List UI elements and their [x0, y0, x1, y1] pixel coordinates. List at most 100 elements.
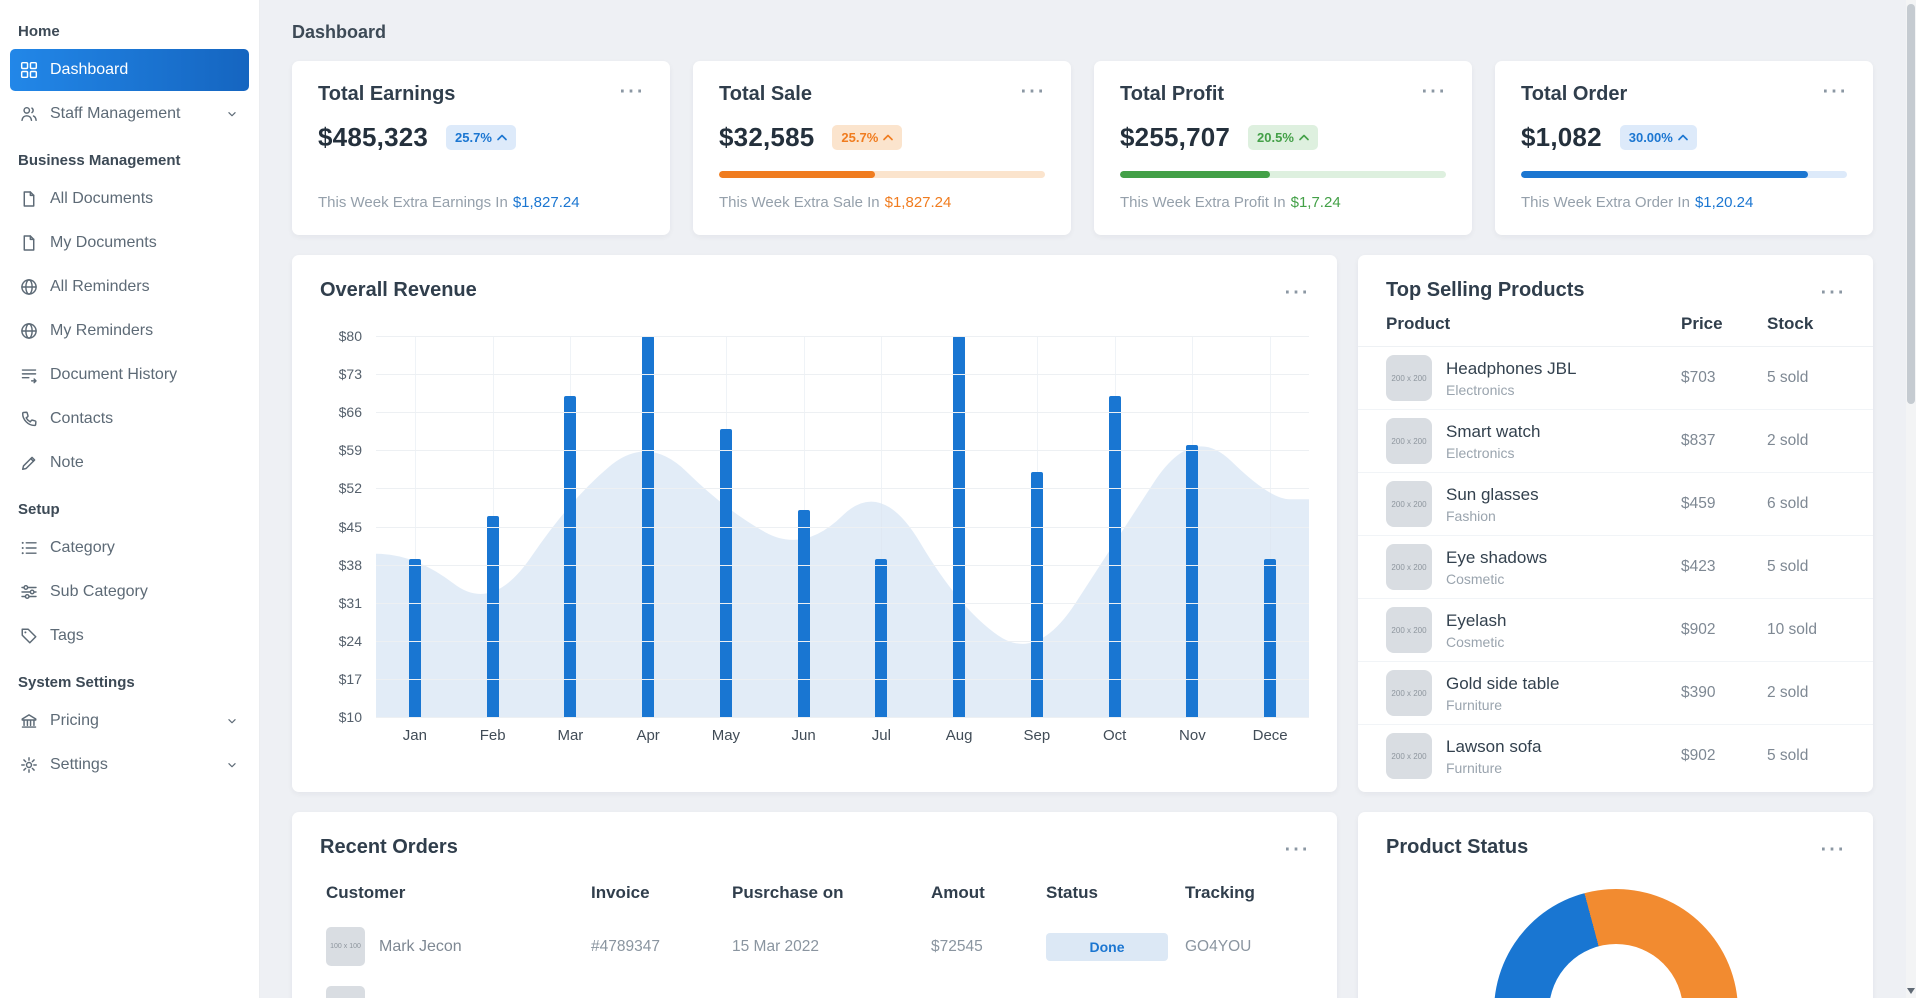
- dashboard-icon: [20, 61, 38, 79]
- phone-icon: [20, 410, 38, 428]
- top-selling-title: Top Selling Products: [1386, 279, 1585, 301]
- table-row[interactable]: 200 x 200 Gold side table Furniture $390…: [1358, 662, 1873, 725]
- sidebar-item-all-reminders[interactable]: All Reminders: [10, 266, 249, 308]
- sidebar-item-label: Category: [50, 539, 115, 556]
- product-category: Fashion: [1446, 507, 1496, 524]
- sidebar-item-dashboard[interactable]: Dashboard: [10, 49, 249, 91]
- chevron-down-icon: [225, 107, 239, 121]
- sidebar-item-all-documents[interactable]: All Documents: [10, 178, 249, 220]
- revenue-bar: [486, 515, 499, 717]
- stat-badge-value: 25.7%: [455, 130, 492, 145]
- scroll-down-arrow-icon[interactable]: [1907, 988, 1915, 994]
- stat-badge[interactable]: 25.7%: [832, 125, 903, 150]
- customer-avatar: 100 x 100: [326, 927, 365, 966]
- sidebar-item-staff-management[interactable]: Staff Management: [10, 93, 249, 135]
- sidebar-item-category[interactable]: Category: [10, 527, 249, 569]
- stat-footer-value: $1,7.24: [1290, 194, 1341, 211]
- x-axis-label: Jan: [402, 727, 427, 744]
- sidebar-item-label: Document History: [50, 366, 178, 383]
- product-stock: 5 sold: [1767, 369, 1809, 386]
- table-row[interactable]: 200 x 200 Eyelash Cosmetic $902 10 sold: [1358, 599, 1873, 662]
- stat-badge[interactable]: 30.00%: [1619, 125, 1697, 150]
- sidebar-section-system-settings: System Settings: [18, 674, 135, 691]
- table-row[interactable]: 200 x 200 Smart watch Electronics $837 2…: [1358, 410, 1873, 473]
- y-axis-label: $45: [338, 518, 362, 535]
- stat-progress: [1120, 171, 1446, 178]
- y-axis-label: $59: [338, 442, 362, 459]
- stat-footer-value: $1,827.24: [512, 194, 580, 211]
- sidebar-item-label: Contacts: [50, 410, 114, 427]
- card-menu-icon[interactable]: ⋯: [1821, 77, 1847, 103]
- stat-card-footer: This Week Extra Profit In $1,7.24: [1120, 194, 1446, 211]
- column-header-amount: Amout: [931, 883, 985, 902]
- product-name: Eye shadows: [1446, 547, 1548, 567]
- revenue-bar: [719, 428, 732, 717]
- card-menu-icon[interactable]: ⋯: [1019, 77, 1045, 103]
- sidebar-item-my-reminders[interactable]: My Reminders: [10, 310, 249, 352]
- stat-progress: [719, 171, 1045, 178]
- sidebar-item-pricing[interactable]: Pricing: [10, 700, 249, 742]
- y-axis-label: $73: [338, 366, 362, 383]
- product-status-donut: [1493, 889, 1738, 998]
- sidebar-item-tags[interactable]: Tags: [10, 615, 249, 657]
- y-axis-label: $80: [338, 328, 362, 344]
- grid-line: [376, 717, 1309, 718]
- product-name: Lawson sofa: [1446, 736, 1542, 756]
- pen-icon: [20, 454, 38, 472]
- card-menu-icon[interactable]: ⋯: [1283, 278, 1309, 304]
- revenue-bar: [1186, 444, 1199, 717]
- sidebar-item-document-history[interactable]: Document History: [10, 354, 249, 396]
- column-header-status: Status: [1046, 883, 1098, 902]
- status-badge: Done: [1046, 932, 1168, 961]
- column-header-stock: Stock: [1767, 314, 1814, 333]
- stat-card: Total Order ⋯ $1,082 30.00% This Week Ex…: [1495, 61, 1873, 235]
- card-menu-icon[interactable]: ⋯: [1420, 77, 1446, 103]
- table-row-partial[interactable]: 100 x 100: [292, 976, 1337, 998]
- sidebar-item-label: My Documents: [50, 234, 157, 251]
- card-menu-icon[interactable]: ⋯: [1819, 835, 1845, 861]
- document-icon: [20, 190, 38, 208]
- x-axis-label: Nov: [1179, 727, 1206, 744]
- table-row[interactable]: 200 x 200 Headphones JBL Electronics $70…: [1358, 347, 1873, 410]
- sidebar-item-note[interactable]: Note: [10, 442, 249, 484]
- revenue-title: Overall Revenue: [320, 279, 477, 301]
- card-menu-icon[interactable]: ⋯: [618, 77, 644, 103]
- x-axis-label: Sep: [1023, 727, 1051, 744]
- product-name: Gold side table: [1446, 673, 1560, 693]
- revenue-bar: [408, 559, 421, 717]
- table-row[interactable]: 200 x 200 Eye shadows Cosmetic $423 5 so…: [1358, 536, 1873, 599]
- order-date: 15 Mar 2022: [732, 937, 820, 955]
- sidebar-item-sub-category[interactable]: Sub Category: [10, 571, 249, 613]
- scrollbar-thumb[interactable]: [1907, 4, 1915, 404]
- stat-progress-fill: [1521, 171, 1808, 178]
- x-axis-label: Aug: [945, 727, 973, 744]
- product-name: Sun glasses: [1446, 484, 1539, 504]
- vertical-scrollbar[interactable]: [1906, 0, 1916, 998]
- order-invoice: #4789347: [591, 937, 660, 955]
- product-thumbnail: 200 x 200: [1386, 418, 1432, 464]
- stat-footer-text: This Week Extra Profit In: [1120, 194, 1286, 211]
- stat-footer-text: This Week Extra Earnings In: [318, 194, 508, 211]
- history-icon: [20, 366, 38, 384]
- table-row[interactable]: 100 x 100 Mark Jecon #4789347 15 Mar 202…: [292, 917, 1337, 976]
- stat-card-value: $32,585: [719, 122, 815, 152]
- product-price: $703: [1681, 369, 1716, 386]
- chevron-up-icon: [1299, 134, 1309, 141]
- product-stock: 5 sold: [1767, 747, 1809, 764]
- stat-badge[interactable]: 25.7%: [446, 125, 516, 150]
- sidebar-item-settings[interactable]: Settings: [10, 744, 249, 786]
- card-menu-icon[interactable]: ⋯: [1819, 278, 1845, 304]
- stat-badge[interactable]: 20.5%: [1248, 125, 1318, 150]
- product-name: Smart watch: [1446, 421, 1541, 441]
- product-thumbnail: 200 x 200: [1386, 670, 1432, 716]
- table-row[interactable]: 200 x 200 Lawson sofa Furniture $902 5 s…: [1358, 725, 1873, 787]
- table-row[interactable]: 200 x 200 Sun glasses Fashion $459 6 sol…: [1358, 473, 1873, 536]
- revenue-bar: [1108, 395, 1121, 717]
- stat-footer-text: This Week Extra Sale In: [719, 194, 880, 211]
- card-menu-icon[interactable]: ⋯: [1283, 835, 1309, 861]
- sidebar-section-business-management: Business Management: [18, 152, 181, 169]
- sidebar-item-my-documents[interactable]: My Documents: [10, 222, 249, 264]
- sidebar-item-contacts[interactable]: Contacts: [10, 398, 249, 440]
- sidebar-item-label: Dashboard: [50, 61, 129, 78]
- revenue-bar: [1030, 472, 1043, 717]
